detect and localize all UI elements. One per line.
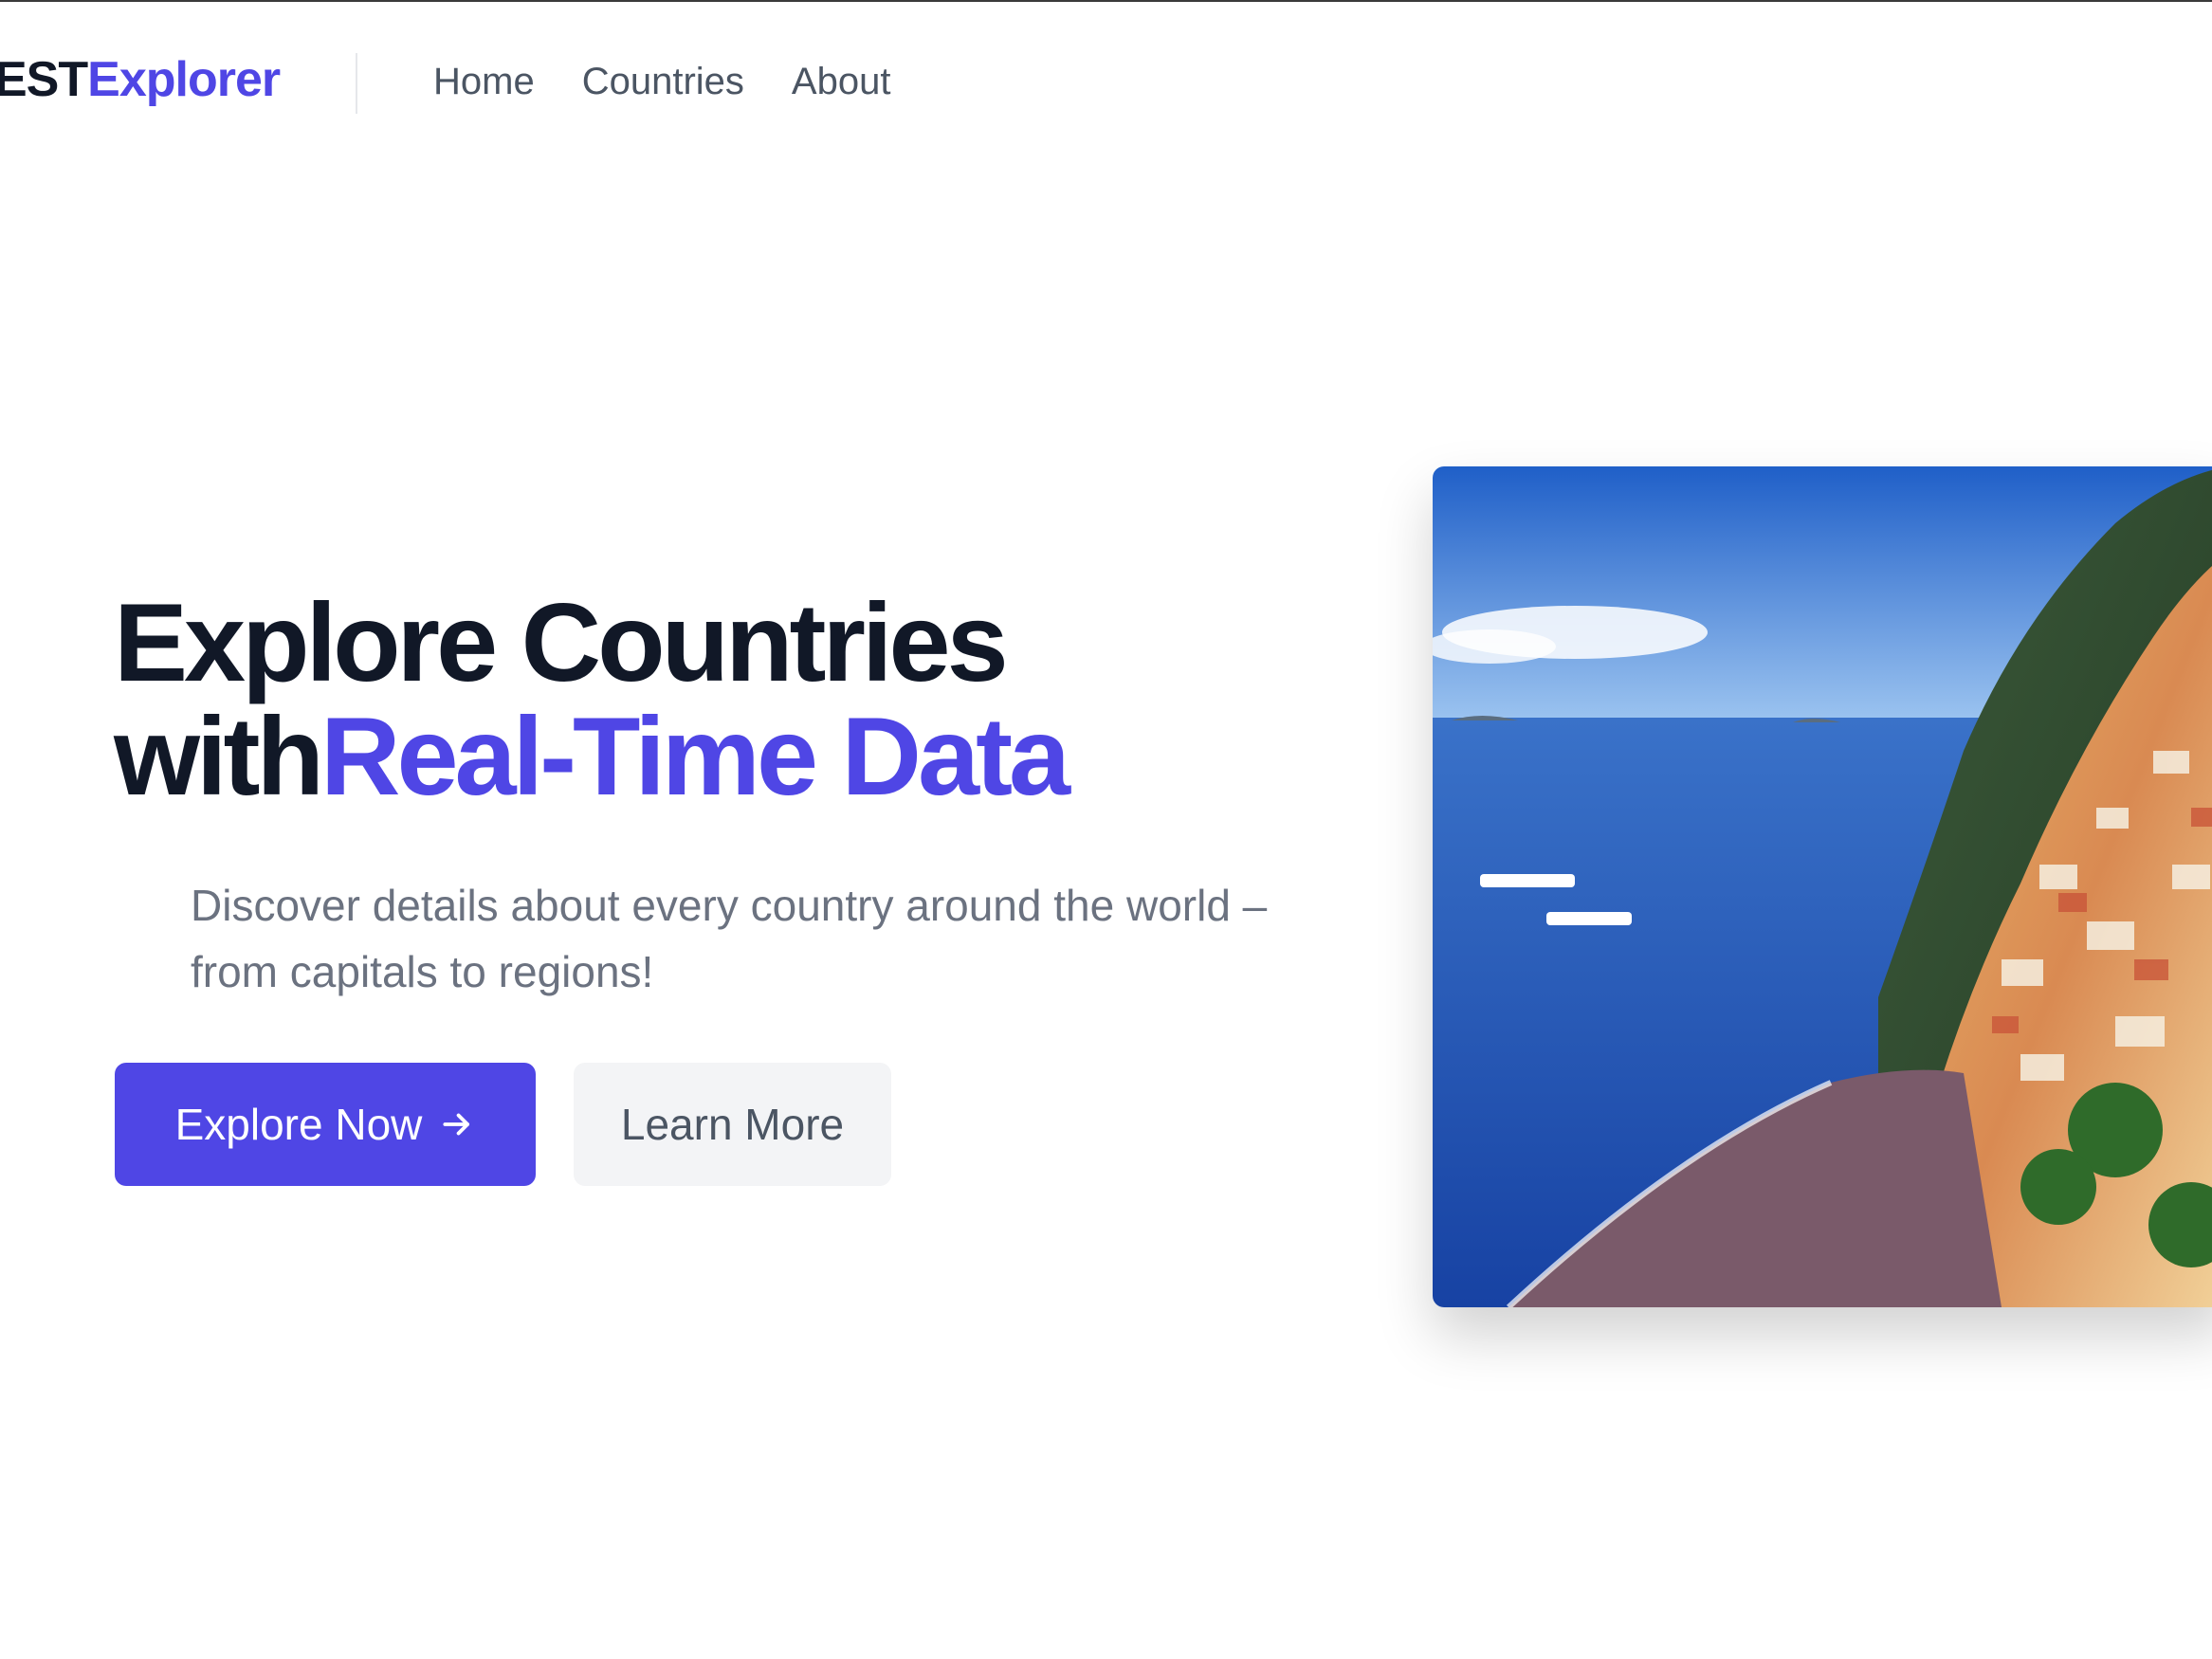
logo-text-prefix: EST <box>0 52 88 107</box>
nav-divider <box>356 53 357 114</box>
learn-more-button[interactable]: Learn More <box>574 1063 891 1186</box>
hero-image-coastal-village <box>1433 466 2212 1307</box>
hero-title-line1: Explore Countries <box>114 580 1009 704</box>
explore-now-label: Explore Now <box>174 1100 423 1149</box>
coastal-village-illustration <box>1433 466 2212 1307</box>
nav-link-about[interactable]: About <box>792 61 891 103</box>
hero-subtitle: Discover details about every country aro… <box>191 881 1268 996</box>
hero-title: Explore Countries withReal-Time Data <box>114 586 1070 813</box>
learn-more-label: Learn More <box>620 1100 845 1149</box>
logo-text-accent: Explorer <box>87 52 281 107</box>
nav-link-home[interactable]: Home <box>433 61 535 103</box>
main-nav: Home Countries About <box>433 61 890 103</box>
arrow-right-icon <box>443 1113 470 1136</box>
site-logo[interactable]: ESTExplorer <box>0 51 281 108</box>
site-header: ESTExplorer Home Countries About <box>0 2 2212 163</box>
hero-title-line2-plain: with <box>114 694 324 818</box>
hero-title-line2-accent: Real-Time Data <box>320 694 1070 818</box>
nav-link-countries[interactable]: Countries <box>582 61 744 103</box>
explore-now-button[interactable]: Explore Now <box>115 1063 536 1186</box>
